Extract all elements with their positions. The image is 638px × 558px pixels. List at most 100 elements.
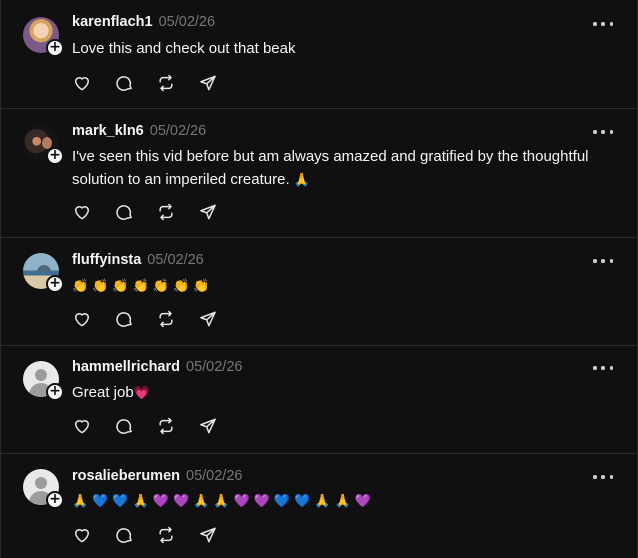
follow-plus-icon[interactable]: + (46, 275, 64, 293)
more-options-icon[interactable] (593, 256, 613, 266)
share-button[interactable] (198, 524, 240, 546)
repost-icon (159, 526, 173, 544)
like-button[interactable] (72, 415, 114, 437)
repost-icon (159, 417, 173, 435)
reply-button[interactable] (114, 524, 156, 546)
clap-emoji: 👏 (152, 279, 169, 294)
share-icon (200, 527, 216, 543)
comment-icon (116, 205, 132, 220)
pray-emoji: 🙏 (293, 173, 310, 188)
username[interactable]: karenflach1 (72, 14, 153, 30)
comments-feed: + karenflach1 05/02/26 Love this and che… (0, 0, 638, 558)
like-button[interactable] (72, 72, 114, 94)
follow-plus-icon[interactable]: + (46, 383, 64, 401)
repost-icon (159, 310, 173, 328)
comment-item: + karenflach1 05/02/26 Love this and che… (1, 0, 637, 109)
username[interactable]: rosalieberumen (72, 468, 180, 484)
blue-heart-emoji: 💙 (92, 494, 109, 509)
share-icon (200, 311, 216, 327)
share-icon (200, 75, 216, 91)
follow-plus-icon[interactable]: + (46, 491, 64, 509)
heart-emoji: 💗 (133, 386, 150, 401)
purple-heart-emoji: 💜 (152, 494, 169, 509)
clap-emoji: 👏 (193, 279, 210, 294)
pray-emoji: 🙏 (334, 494, 351, 509)
avatar-button[interactable]: + (23, 253, 64, 293)
pray-emoji: 🙏 (72, 494, 89, 509)
like-button[interactable] (72, 201, 114, 223)
reply-button[interactable] (114, 308, 156, 330)
comment-icon (116, 419, 132, 434)
action-bar (72, 415, 240, 437)
comment-text: 👏 👏 👏 👏 👏 👏 👏 (72, 274, 612, 298)
clap-emoji: 👏 (172, 279, 190, 294)
heart-icon (75, 77, 89, 91)
repost-button[interactable] (156, 72, 198, 94)
username[interactable]: fluffyinsta (72, 252, 141, 268)
heart-icon (75, 313, 89, 327)
share-button[interactable] (198, 415, 240, 437)
heart-icon (75, 529, 89, 543)
share-icon (200, 204, 216, 220)
more-options-icon[interactable] (593, 363, 613, 373)
repost-button[interactable] (156, 201, 198, 223)
avatar-button[interactable]: + (23, 361, 64, 401)
reply-button[interactable] (114, 415, 156, 437)
comment-text: Love this and check out that beak (72, 40, 296, 57)
blue-heart-emoji: 💙 (273, 494, 291, 509)
pray-emoji: 🙏 (193, 494, 210, 509)
action-bar (72, 308, 240, 330)
comment-icon (116, 76, 132, 91)
pray-emoji: 🙏 (132, 494, 149, 509)
like-button[interactable] (72, 308, 114, 330)
purple-heart-emoji: 💜 (354, 494, 371, 509)
heart-icon (75, 206, 89, 220)
timestamp[interactable]: 05/02/26 (147, 252, 203, 268)
share-icon (200, 418, 216, 434)
comment-item: + rosalieberumen 05/02/26 🙏 💙 💙 🙏 💜 💜 🙏 🙏 💜 💜 💙 💙 🙏 🙏… (1, 454, 637, 558)
comment-text: I've seen this vid before but am always … (72, 145, 612, 192)
username[interactable]: mark_kln6 (72, 123, 144, 139)
blue-heart-emoji: 💙 (112, 494, 129, 509)
pray-emoji: 🙏 (213, 494, 230, 509)
repost-icon (159, 203, 173, 221)
comment-text-line: Great job (72, 384, 134, 401)
heart-icon (75, 420, 89, 434)
share-button[interactable] (198, 308, 240, 330)
repost-icon (159, 74, 173, 92)
timestamp[interactable]: 05/02/26 (159, 14, 215, 30)
username[interactable]: hammellrichard (72, 359, 180, 375)
more-options-icon[interactable] (593, 127, 613, 137)
follow-plus-icon[interactable]: + (46, 39, 64, 57)
purple-heart-emoji: 💜 (253, 494, 270, 509)
follow-plus-icon[interactable]: + (46, 147, 64, 165)
action-bar (72, 72, 240, 94)
clap-emoji: 👏 (92, 279, 109, 294)
comment-text-line: solution to an imperiled creature. (72, 171, 290, 188)
purple-heart-emoji: 💜 (233, 494, 250, 509)
more-options-icon[interactable] (593, 472, 613, 482)
clap-emoji: 👏 (72, 279, 89, 294)
share-button[interactable] (198, 201, 240, 223)
timestamp[interactable]: 05/02/26 (150, 123, 206, 139)
share-button[interactable] (198, 72, 240, 94)
action-bar (72, 201, 240, 223)
comment-item: + hammellrichard 05/02/26 Great job💗 (1, 346, 637, 454)
comment-icon (116, 528, 132, 543)
like-button[interactable] (72, 524, 114, 546)
avatar-button[interactable]: + (23, 469, 64, 509)
repost-button[interactable] (156, 415, 198, 437)
timestamp[interactable]: 05/02/26 (186, 468, 242, 484)
purple-heart-emoji: 💜 (172, 494, 190, 509)
action-bar (72, 524, 240, 546)
reply-button[interactable] (114, 201, 156, 223)
reply-button[interactable] (114, 72, 156, 94)
repost-button[interactable] (156, 524, 198, 546)
more-options-icon[interactable] (593, 19, 613, 29)
avatar-button[interactable]: + (23, 17, 64, 57)
timestamp[interactable]: 05/02/26 (186, 359, 242, 375)
repost-button[interactable] (156, 308, 198, 330)
comment-item: + fluffyinsta 05/02/26 👏 👏 👏 👏 👏 👏 👏 (1, 238, 637, 346)
comment-text-line: I've seen this vid before but am always … (72, 148, 589, 165)
avatar-button[interactable]: + (23, 125, 64, 165)
